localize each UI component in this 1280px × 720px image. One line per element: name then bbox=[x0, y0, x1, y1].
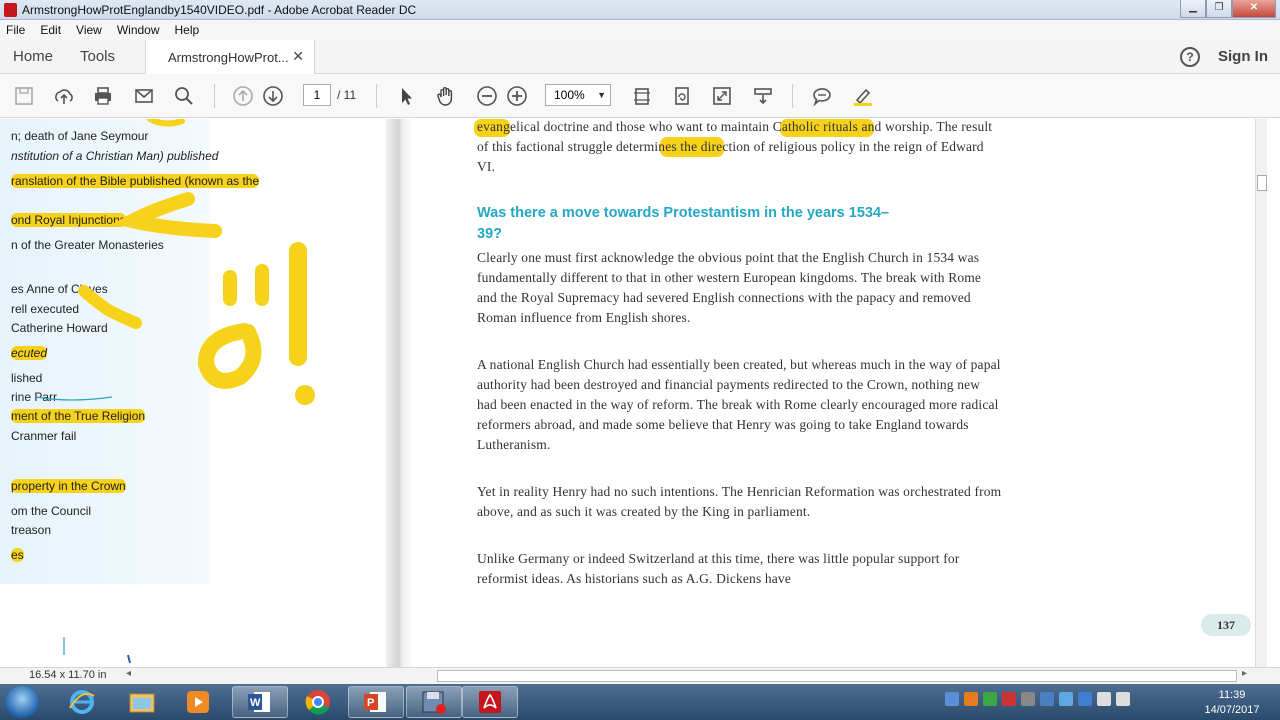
sync-icon[interactable] bbox=[983, 692, 997, 706]
book-spine bbox=[386, 119, 414, 667]
sign-in-link[interactable]: Sign In bbox=[1218, 48, 1268, 65]
network-icon[interactable] bbox=[1097, 692, 1111, 706]
paragraph-2: A national English Church had essentiall… bbox=[477, 357, 1001, 452]
tab-bar: Home Tools ArmstrongHowProt... ✕ ? Sign … bbox=[0, 40, 1280, 74]
svg-text:W: W bbox=[250, 697, 261, 709]
menu-help[interactable]: Help bbox=[175, 23, 200, 37]
upload-icon[interactable] bbox=[52, 84, 76, 108]
search-icon[interactable] bbox=[172, 84, 196, 108]
tray-app-icon[interactable] bbox=[1021, 692, 1035, 706]
word-icon[interactable]: W bbox=[232, 686, 288, 718]
scroll-mode-icon[interactable] bbox=[751, 84, 775, 108]
clock-time: 11:39 bbox=[1218, 689, 1246, 701]
menu-edit[interactable]: Edit bbox=[40, 23, 61, 37]
horizontal-scrollbar-thumb[interactable] bbox=[437, 670, 1237, 682]
chrome-icon[interactable] bbox=[290, 686, 346, 718]
scroll-right-icon[interactable]: ▸ bbox=[1242, 668, 1247, 679]
menu-window[interactable]: Window bbox=[117, 23, 160, 37]
status-bar: 16.54 x 11.70 in ◂ ▸ bbox=[0, 667, 1280, 684]
toolbar-divider bbox=[376, 84, 377, 108]
page-size-readout: 16.54 x 11.70 in bbox=[29, 669, 107, 681]
page-number-badge: 137 bbox=[1201, 614, 1251, 636]
document-tab-label: ArmstrongHowProt... bbox=[168, 50, 289, 65]
hand-tool-icon[interactable] bbox=[434, 84, 458, 108]
volume-icon[interactable] bbox=[1116, 692, 1130, 706]
right-page: evangelical doctrine and those who want … bbox=[414, 119, 1255, 667]
paragraph-1: Clearly one must first acknowledge the o… bbox=[477, 250, 982, 325]
page-number-input[interactable]: 1 bbox=[303, 84, 331, 106]
media-player-icon[interactable] bbox=[170, 686, 226, 718]
start-button[interactable] bbox=[5, 686, 39, 718]
window-title: ArmstrongHowProtEnglandby1540VIDEO.pdf -… bbox=[22, 3, 417, 17]
help-icon[interactable]: ? bbox=[1180, 47, 1200, 67]
highlighter-icon[interactable] bbox=[851, 84, 875, 108]
document-tab[interactable]: ArmstrongHowProt... ✕ bbox=[145, 40, 315, 74]
system-tray bbox=[945, 692, 1130, 706]
tray-app-icon[interactable] bbox=[945, 692, 959, 706]
clock-date: 14/07/2017 bbox=[1204, 704, 1260, 716]
tray-app-icon[interactable] bbox=[1078, 692, 1092, 706]
clock[interactable]: 11:39 14/07/2017 bbox=[1196, 688, 1268, 718]
paragraph-4: Unlike Germany or indeed Switzerland at … bbox=[477, 551, 960, 586]
freehand-annotation bbox=[35, 119, 315, 664]
tray-app-icon[interactable] bbox=[1002, 692, 1016, 706]
menu-view[interactable]: View bbox=[76, 23, 102, 37]
close-tab-icon[interactable]: ✕ bbox=[292, 48, 304, 65]
chevron-down-icon[interactable]: ▼ bbox=[597, 85, 606, 105]
comment-icon[interactable] bbox=[810, 84, 834, 108]
intro-paragraph: evangelical doctrine and those who want … bbox=[477, 119, 993, 174]
title-bar: ArmstrongHowProtEnglandby1540VIDEO.pdf -… bbox=[0, 0, 1280, 20]
full-screen-icon[interactable] bbox=[710, 84, 734, 108]
maximize-button[interactable]: ❐ bbox=[1206, 0, 1232, 18]
acrobat-taskbar-icon[interactable] bbox=[462, 686, 518, 718]
previous-page-icon[interactable] bbox=[231, 84, 255, 108]
left-page: n; death of Jane Seymour nstitution of a… bbox=[0, 119, 400, 667]
internet-explorer-icon[interactable] bbox=[54, 686, 110, 718]
tray-app-icon[interactable] bbox=[964, 692, 978, 706]
vertical-scrollbar[interactable] bbox=[1255, 119, 1267, 667]
zoom-select[interactable]: 100% ▼ bbox=[545, 84, 611, 106]
shield-icon[interactable] bbox=[1040, 692, 1054, 706]
scrollbar-thumb[interactable] bbox=[1257, 175, 1267, 191]
zoom-value: 100% bbox=[554, 88, 585, 102]
toolbar-divider bbox=[214, 84, 215, 108]
page-total: / 11 bbox=[337, 88, 357, 102]
page-fit-icon[interactable] bbox=[630, 84, 654, 108]
tray-app-icon[interactable] bbox=[1059, 692, 1073, 706]
email-icon[interactable] bbox=[132, 84, 156, 108]
tab-home[interactable]: Home bbox=[13, 48, 53, 65]
toolbar-divider bbox=[792, 84, 793, 108]
minimize-button[interactable]: ▁ bbox=[1180, 0, 1206, 18]
toolbar bbox=[0, 74, 1280, 118]
print-icon[interactable] bbox=[91, 84, 115, 108]
file-explorer-icon[interactable] bbox=[114, 686, 170, 718]
svg-text:P: P bbox=[367, 697, 374, 709]
select-cursor-icon[interactable] bbox=[394, 84, 418, 108]
save-icon[interactable] bbox=[12, 84, 36, 108]
paragraph-3: Yet in reality Henry had no such intenti… bbox=[477, 484, 1002, 519]
rotate-icon[interactable] bbox=[670, 84, 694, 108]
zoom-in-icon[interactable] bbox=[505, 84, 529, 108]
recorder-icon[interactable] bbox=[406, 686, 462, 718]
acrobat-icon bbox=[4, 3, 17, 17]
zoom-out-icon[interactable] bbox=[475, 84, 499, 108]
section-heading: Was there a move towards Protestantism i… bbox=[477, 205, 890, 242]
menu-bar: File Edit View Window Help bbox=[0, 20, 1280, 40]
menu-file[interactable]: File bbox=[6, 23, 25, 37]
document-viewport[interactable]: n; death of Jane Seymour nstitution of a… bbox=[0, 119, 1255, 667]
next-page-icon[interactable] bbox=[261, 84, 285, 108]
tab-tools[interactable]: Tools bbox=[80, 48, 115, 65]
window-controls: ▁ ❐ ✕ bbox=[1180, 0, 1276, 18]
scroll-left-icon[interactable]: ◂ bbox=[126, 668, 131, 679]
close-button[interactable]: ✕ bbox=[1232, 0, 1276, 18]
powerpoint-icon[interactable]: P bbox=[348, 686, 404, 718]
